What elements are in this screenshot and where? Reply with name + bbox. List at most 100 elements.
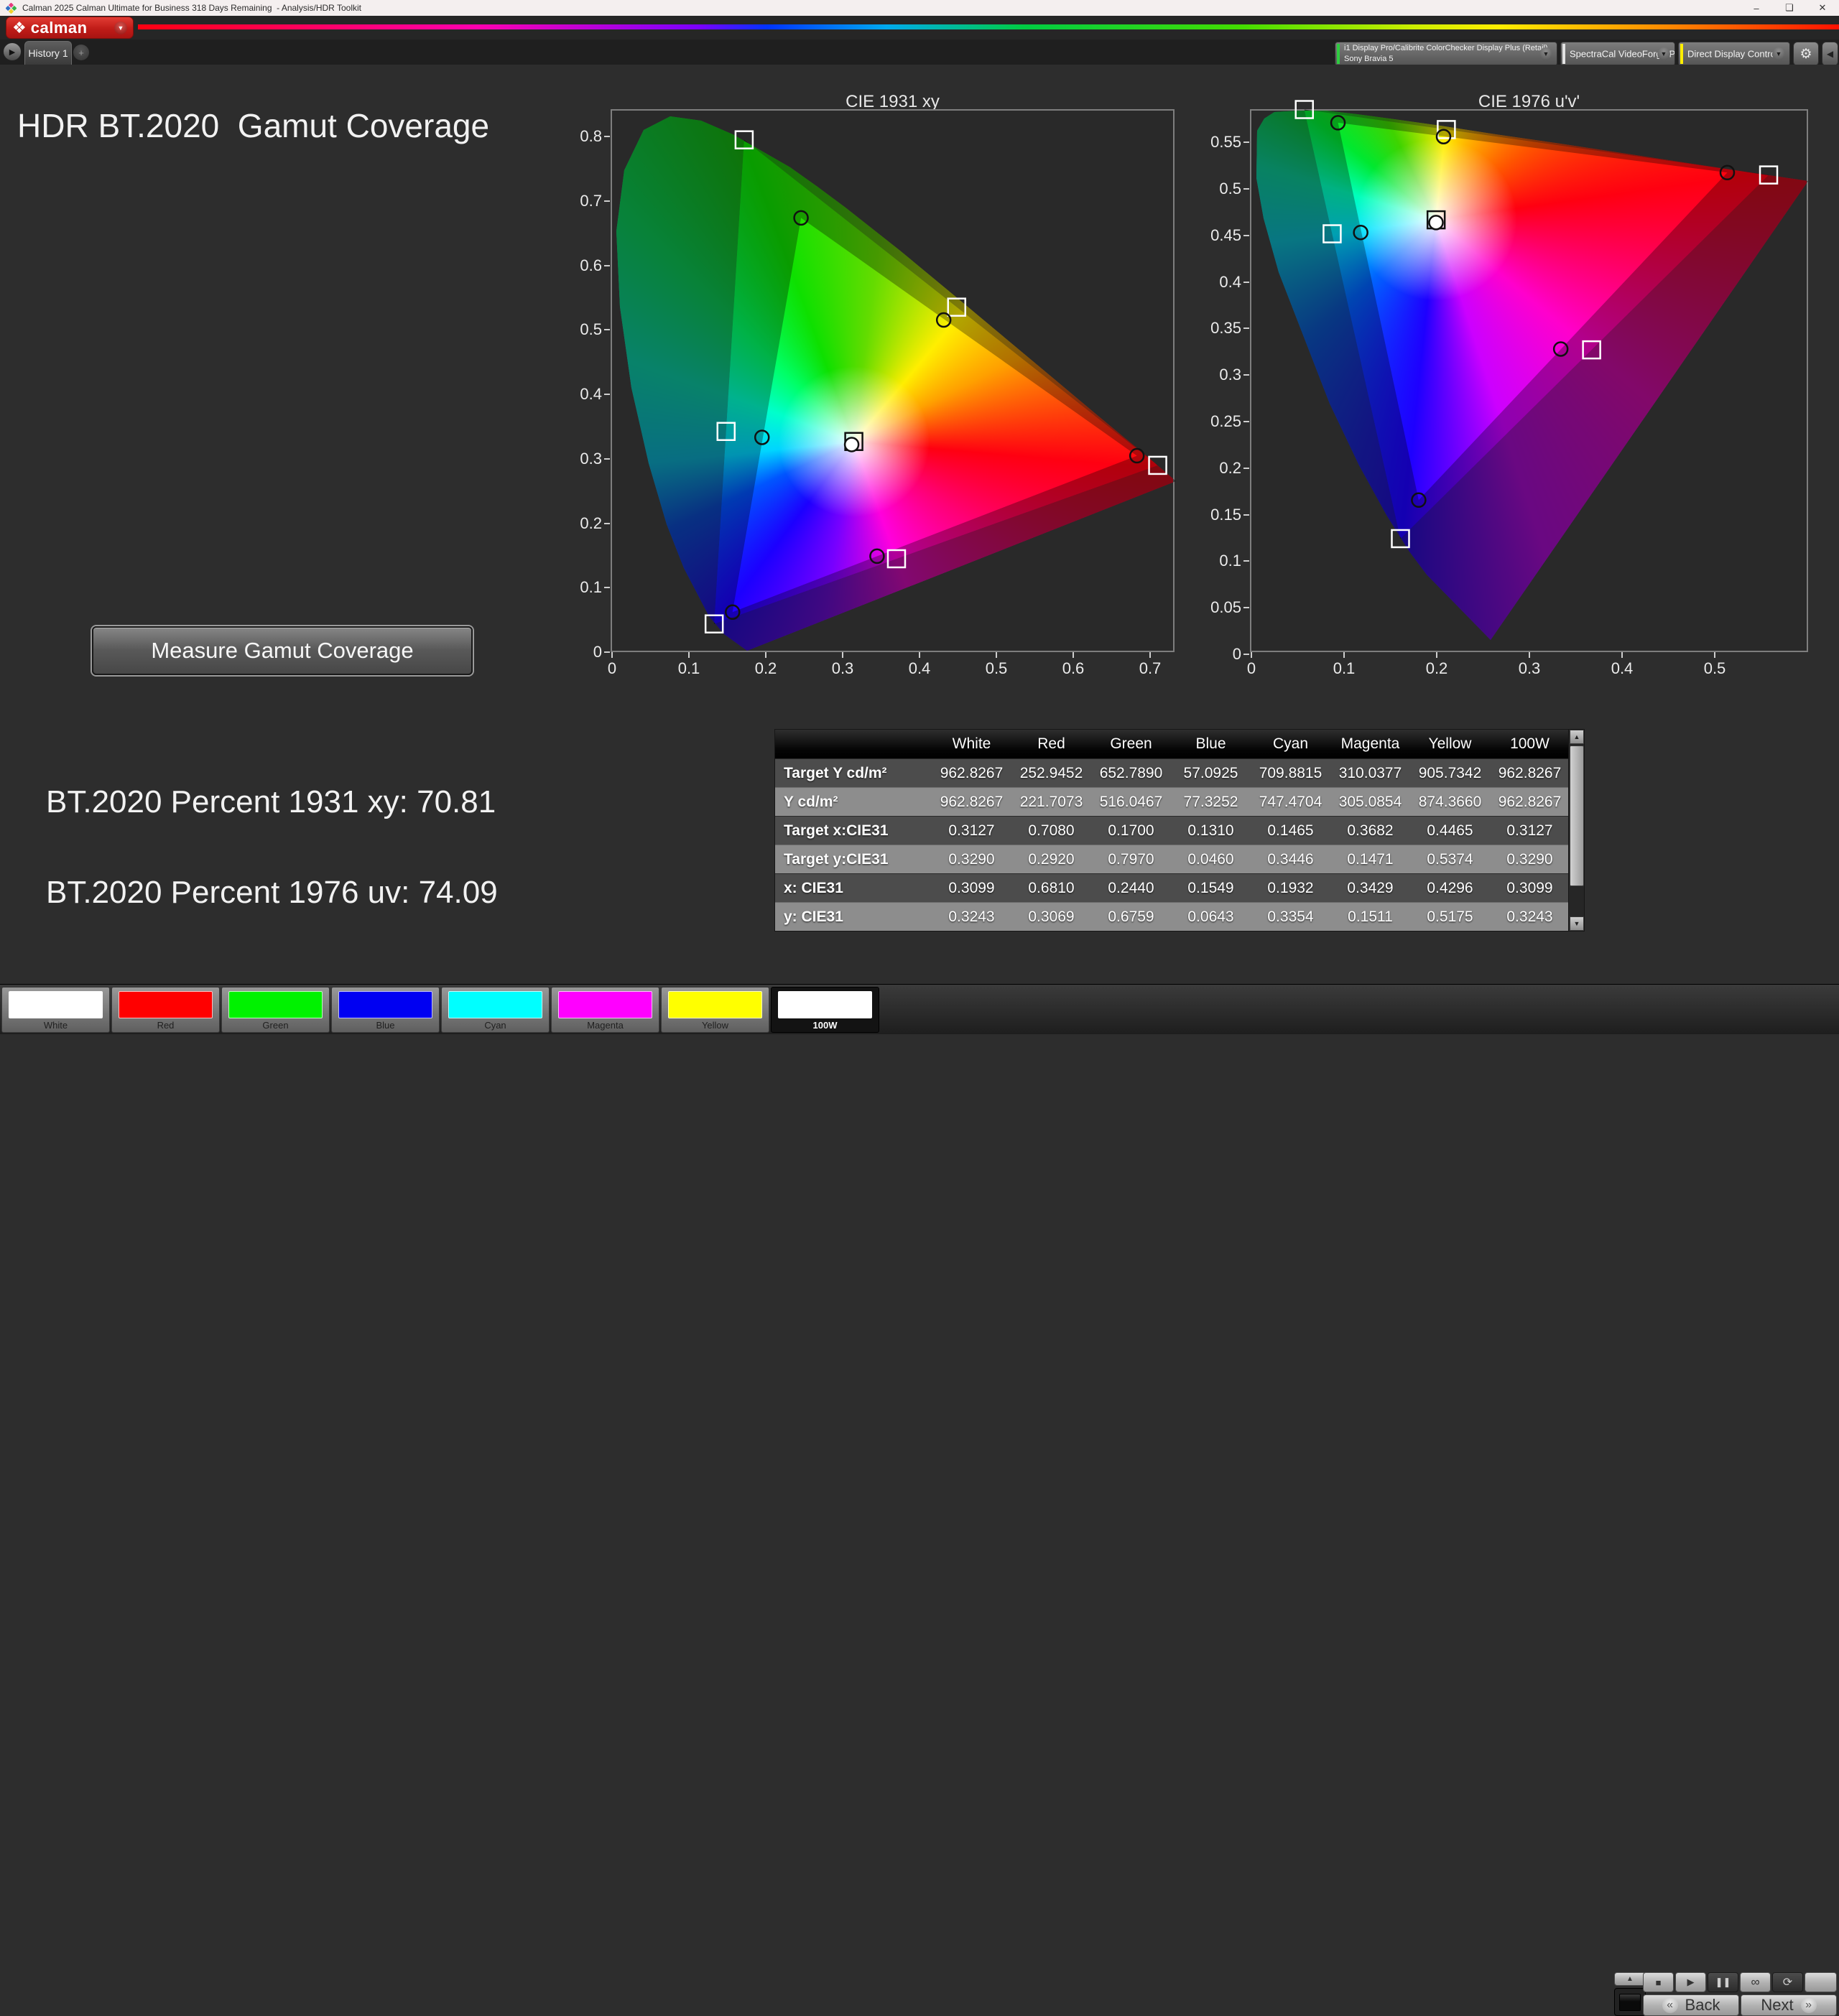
pattern-swatch [558, 991, 652, 1018]
x-tick-mark [1436, 652, 1437, 658]
chevron-down-icon[interactable]: ▼ [1657, 47, 1670, 60]
table-cell: 310.0377 [1330, 759, 1410, 787]
y-tick-label: 0.3 [1205, 366, 1241, 384]
measure-gamut-coverage-button[interactable]: Measure Gamut Coverage [92, 626, 473, 675]
table-cell: 0.1471 [1330, 845, 1410, 873]
stop-icon[interactable]: ■ [1643, 1972, 1674, 1992]
y-tick-mark [604, 651, 610, 653]
table-cell: 0.5374 [1410, 845, 1490, 873]
y-tick-mark [1243, 188, 1249, 190]
pattern-tile-magenta[interactable]: Magenta [551, 987, 659, 1033]
source-status-stripe [1562, 44, 1565, 64]
source-dropdown[interactable]: SpectraCal VideoForge Pro ▼ [1560, 42, 1675, 66]
pattern-tile-yellow[interactable]: Yellow [661, 987, 769, 1033]
x-tick-mark [842, 652, 843, 658]
row-label: Target y:CIE31 [775, 845, 932, 873]
y-tick-mark [604, 523, 610, 524]
table-scrollbar[interactable]: ▲ ▼ [1568, 730, 1584, 931]
y-tick-mark [604, 329, 610, 330]
gear-icon[interactable]: ⚙ [1793, 42, 1819, 66]
y-tick-label: 0.6 [566, 256, 602, 275]
scroll-up-icon[interactable]: ▲ [1570, 730, 1584, 744]
next-button[interactable]: Next » [1741, 1994, 1837, 2016]
table-cell: 0.1310 [1171, 817, 1251, 845]
maximize-icon[interactable]: ❏ [1773, 0, 1806, 16]
pattern-tile-cyan[interactable]: Cyan [441, 987, 550, 1033]
tab-scroll-button[interactable]: ▶ [3, 42, 22, 61]
infinity-icon[interactable]: ∞ [1740, 1972, 1771, 1992]
play-icon[interactable]: ▶ [1675, 1972, 1706, 1992]
monitor-icon [1619, 1994, 1641, 2011]
pattern-swatch [338, 991, 432, 1018]
chevron-right-icon: » [1801, 1997, 1817, 2013]
pattern-tile-green[interactable]: Green [221, 987, 330, 1033]
y-tick-mark [604, 200, 610, 202]
expand-pattern-panel-button[interactable]: ▲ [1614, 1972, 1646, 1986]
y-tick-mark [1243, 282, 1249, 283]
table-cell: 0.2920 [1011, 845, 1091, 873]
y-tick-label: 0.2 [1205, 459, 1241, 478]
pattern-tile-red[interactable]: Red [111, 987, 220, 1033]
y-tick-mark [1243, 141, 1249, 143]
chevron-down-icon[interactable]: ▼ [1772, 47, 1785, 60]
pattern-tile-white[interactable]: White [1, 987, 110, 1033]
y-tick-label: 0.55 [1205, 133, 1241, 152]
tab-history-1[interactable]: History 1 [24, 41, 72, 65]
chevron-down-icon[interactable]: ▼ [114, 22, 127, 34]
close-icon[interactable]: ✕ [1806, 0, 1839, 16]
x-tick-mark [1529, 652, 1530, 658]
blank-transport-button[interactable] [1805, 1972, 1837, 1992]
row-label: x: CIE31 [775, 874, 932, 902]
back-button[interactable]: « Back [1643, 1994, 1739, 2016]
scrollbar-thumb[interactable] [1570, 745, 1584, 886]
x-tick-label: 0.1 [671, 659, 707, 678]
table-cell: 0.3243 [1490, 903, 1570, 931]
tab-bar: ▶ History 1 + i1 Display Pro/Calibrite C… [0, 40, 1839, 65]
bt2020-percent-1976: BT.2020 Percent 1976 uv: 74.09 [46, 875, 498, 911]
table-row: y: CIE310.32430.30690.67590.06430.33540.… [775, 902, 1584, 931]
pause-icon[interactable]: ❚❚ [1708, 1972, 1738, 1992]
pattern-tile-blue[interactable]: Blue [331, 987, 440, 1033]
table-cell: 0.0460 [1171, 845, 1251, 873]
table-cell: 0.7970 [1091, 845, 1171, 873]
table-cell: 962.8267 [1490, 759, 1570, 787]
y-tick-mark [1243, 654, 1249, 655]
y-tick-label: 0.4 [1205, 273, 1241, 292]
table-cell: 0.1932 [1251, 874, 1330, 902]
y-tick-mark [1243, 374, 1249, 376]
y-tick-mark [604, 587, 610, 588]
table-cell: 0.1465 [1251, 817, 1330, 845]
y-tick-mark [604, 265, 610, 266]
column-header-yellow: Yellow [1410, 730, 1490, 758]
table-cell: 874.3660 [1410, 788, 1490, 816]
chevron-down-icon[interactable]: ▼ [1539, 47, 1552, 60]
x-tick-label: 0.7 [1132, 659, 1168, 678]
repeat-icon[interactable]: ⟳ [1772, 1972, 1803, 1992]
table-cell: 516.0467 [1091, 788, 1171, 816]
pattern-tile-100w[interactable]: 100W [771, 987, 879, 1033]
pattern-window-button[interactable] [1614, 1988, 1646, 2016]
table-cell: 77.3252 [1171, 788, 1251, 816]
add-tab-button[interactable]: + [73, 45, 89, 60]
y-tick-mark [604, 136, 610, 137]
column-header-red: Red [1011, 730, 1091, 758]
table-cell: 0.7080 [1011, 817, 1091, 845]
column-header-magenta: Magenta [1330, 730, 1410, 758]
collapse-panel-icon[interactable]: ◀ [1822, 42, 1838, 66]
main-toolbar: ❖ calman ▼ [0, 16, 1839, 40]
spectrum-gradient-strip [138, 24, 1839, 29]
calman-menu-button[interactable]: ❖ calman ▼ [6, 17, 134, 39]
display-control-name: Direct Display Control [1687, 49, 1778, 60]
pattern-label: Blue [332, 1020, 439, 1031]
display-control-dropdown[interactable]: Direct Display Control ▼ [1678, 42, 1790, 66]
table-cell: 905.7342 [1410, 759, 1490, 787]
display-name: Sony Bravia 5 [1344, 55, 1393, 63]
column-header-cyan: Cyan [1251, 730, 1330, 758]
table-cell: 0.3127 [1490, 817, 1570, 845]
y-tick-mark [1243, 468, 1249, 469]
meter-dropdown[interactable]: i1 Display Pro/Calibrite ColorChecker Di… [1335, 42, 1557, 66]
pattern-swatch [778, 991, 872, 1018]
app-icon [6, 3, 17, 14]
minimize-icon[interactable]: – [1740, 0, 1773, 16]
scroll-down-icon[interactable]: ▼ [1570, 916, 1584, 931]
